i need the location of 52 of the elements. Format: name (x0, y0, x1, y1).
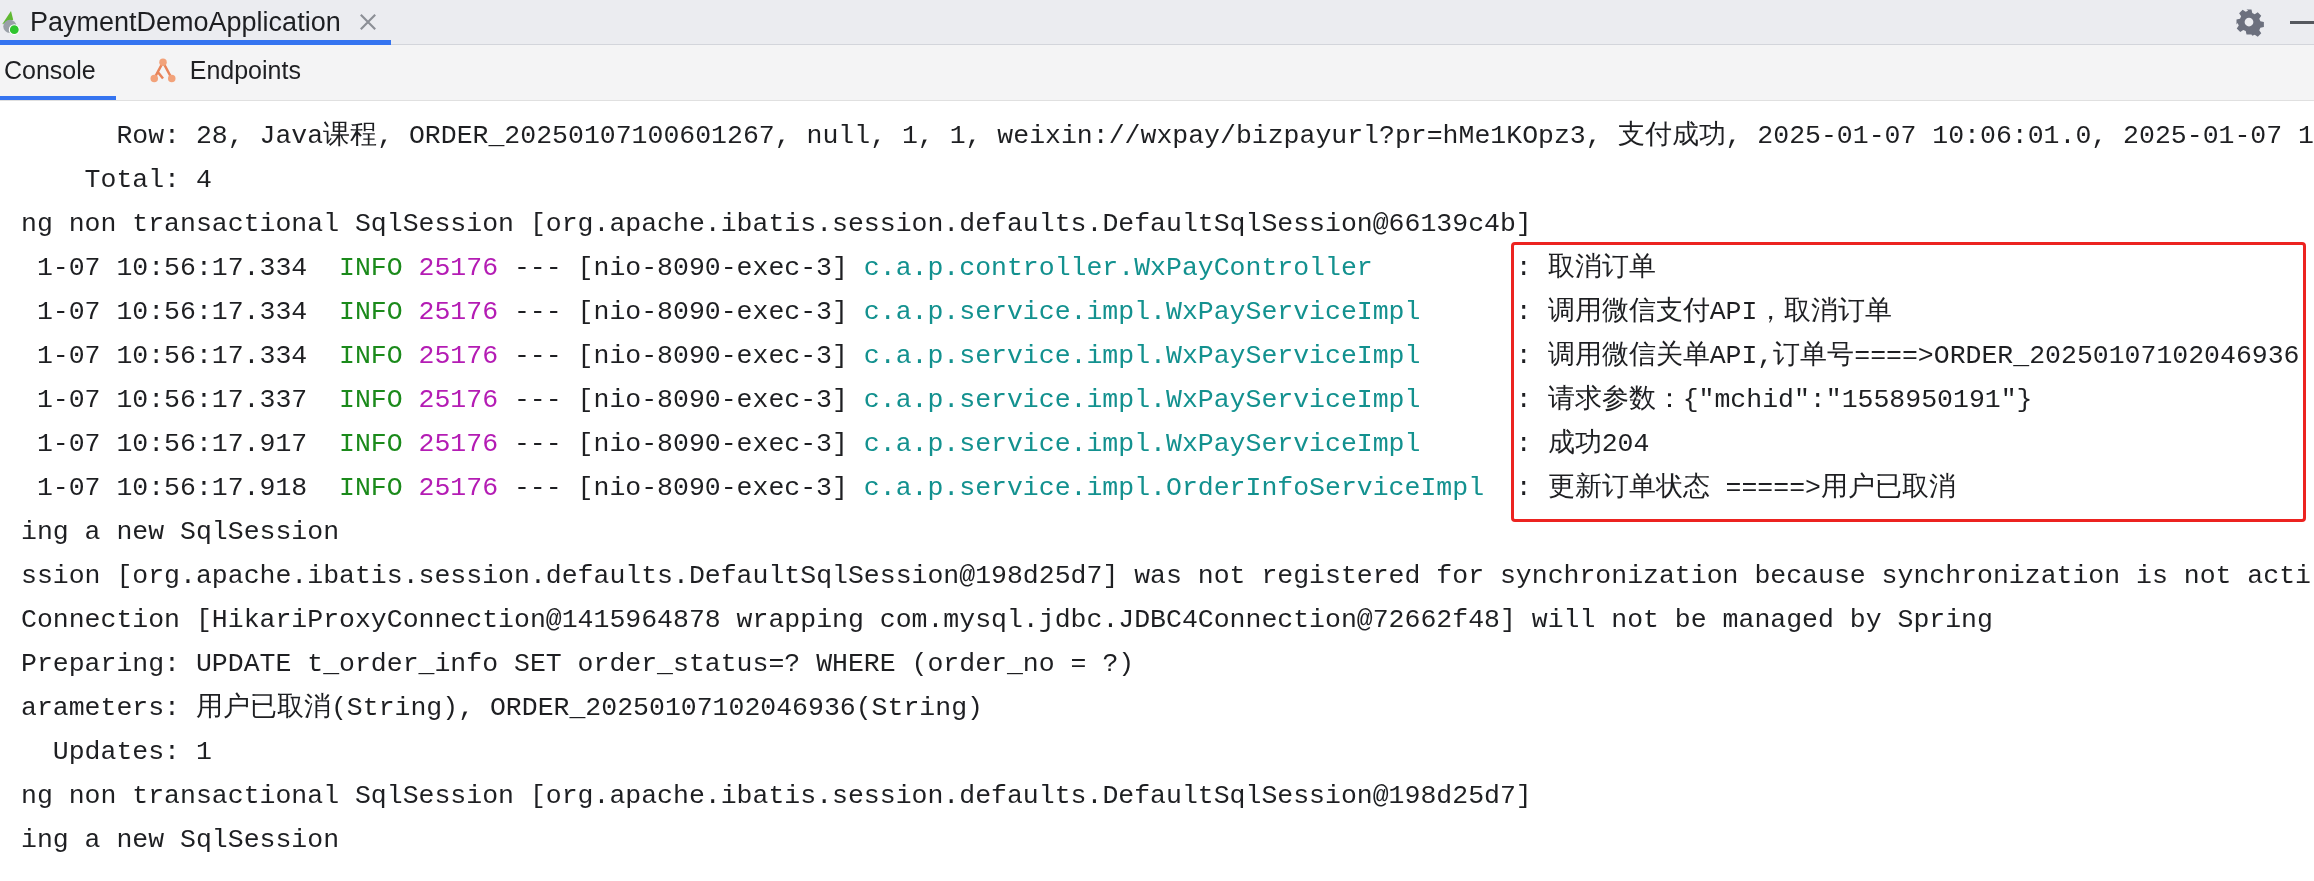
timestamp: 1-07 10:56:17.337 (36, 385, 308, 415)
log-level: INFO (339, 253, 403, 283)
logger-name: c.a.p.service.impl.WxPayServiceImpl (863, 428, 1422, 461)
process-id: 25176 (418, 473, 499, 503)
log-level: INFO (339, 429, 403, 459)
thread-name: --- [nio-8090-exec-3] (513, 341, 848, 371)
console-line: ssion [org.apache.ibatis.session.defaults.DefaultSqlSession@198d25d7] was not registered for synchronization because synchronization is not acti (21, 561, 2311, 591)
process-id: 25176 (418, 429, 499, 459)
close-icon[interactable] (358, 13, 377, 31)
log-message: : 调用微信支付API，取消订单 (1515, 297, 1893, 327)
log-message: : 成功204 (1515, 429, 1650, 459)
logger-name: c.a.p.service.impl.WxPayServiceImpl (863, 340, 1422, 373)
thread-name: --- [nio-8090-exec-3] (513, 253, 848, 283)
console-line: Total: 4 (83, 165, 212, 195)
console-line: Row: 28, Java课程, ORDER_20250107100601267, null, 1, 1, weixin://wxpay/bizpayurl?pr=hMe1KOpz3, 支付成功, 2025-01-07 10:06:01.0, 2025-01-07 1 (115, 121, 2314, 151)
log-message: : 请求参数：{"mchid":"1558950191"} (1515, 385, 2033, 415)
settings-icon[interactable] (2234, 7, 2264, 37)
logger-name: c.a.p.service.impl.WxPayServiceImpl (863, 384, 1422, 417)
console-line: Connection [HikariProxyConnection@1415964878 wrapping com.mysql.jdbc.JDBC4Connection@72662f48] will not be managed by Spring (21, 605, 1993, 635)
log-message: : 取消订单 (1515, 253, 1656, 283)
console-line: Preparing: UPDATE t_order_info SET order_status=? WHERE (order_no = ?) (21, 649, 1135, 679)
timestamp: 1-07 10:56:17.918 (36, 473, 308, 503)
console-line: ing a new SqlSession (21, 517, 340, 547)
logger-name: c.a.p.service.impl.WxPayServiceImpl (863, 296, 1422, 329)
tool-tab[interactable]: Endpoints (143, 45, 321, 100)
console-line: Updates: 1 (51, 737, 212, 767)
log-level: INFO (339, 341, 403, 371)
process-id: 25176 (418, 385, 499, 415)
minimize-icon[interactable] (2290, 20, 2314, 24)
timestamp: 1-07 10:56:17.334 (36, 253, 308, 283)
console-line: ing a new SqlSession (21, 825, 340, 855)
console-line: ng non transactional SqlSession [org.apache.ibatis.session.defaults.DefaultSqlSession@66139c4b] (21, 209, 1532, 239)
process-id: 25176 (418, 253, 499, 283)
logger-name: c.a.p.service.impl.OrderInfoServiceImpl (863, 472, 1486, 505)
timestamp: 1-07 10:56:17.334 (36, 297, 308, 327)
thread-name: --- [nio-8090-exec-3] (513, 429, 848, 459)
log-level: INFO (339, 297, 403, 327)
thread-name: --- [nio-8090-exec-3] (513, 385, 848, 415)
log-level: INFO (339, 473, 403, 503)
log-message: : 调用微信关单API,订单号====>ORDER_20250107102046936 (1515, 341, 2300, 371)
console-line: ng non transactional SqlSession [org.apache.ibatis.session.defaults.DefaultSqlSession@198d25d7] (21, 781, 1532, 811)
process-id: 25176 (418, 341, 499, 371)
thread-name: --- [nio-8090-exec-3] (513, 473, 848, 503)
timestamp: 1-07 10:56:17.334 (36, 341, 308, 371)
timestamp: 1-07 10:56:17.917 (36, 429, 308, 459)
logger-name: c.a.p.controller.WxPayController (863, 252, 1374, 285)
log-message: : 更新订单状态 =====>用户已取消 (1515, 473, 1956, 503)
thread-name: --- [nio-8090-exec-3] (513, 297, 848, 327)
tool-tab[interactable]: Console (0, 45, 116, 100)
process-id: 25176 (418, 297, 499, 327)
log-level: INFO (339, 385, 403, 415)
console-line: arameters: 用户已取消(String), ORDER_20250107102046936(String) (21, 693, 983, 723)
